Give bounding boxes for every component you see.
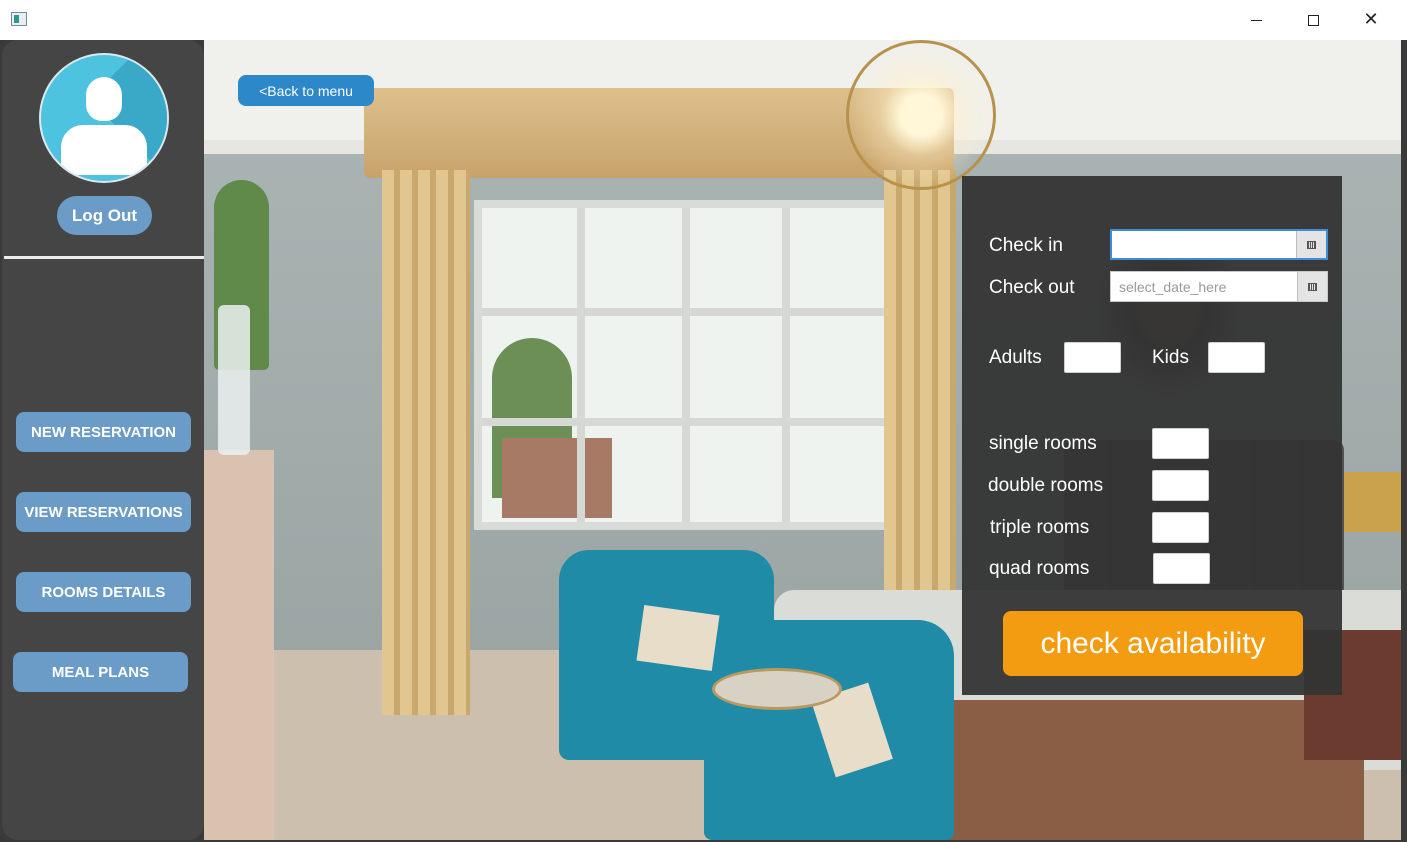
- triple-rooms-label: triple rooms: [990, 517, 1090, 538]
- app-icon: [11, 12, 27, 26]
- minimize-icon: [1250, 19, 1262, 21]
- check-availability-button[interactable]: check availability: [1003, 611, 1303, 676]
- close-button[interactable]: ✕: [1342, 0, 1400, 40]
- chandelier-image: [846, 40, 996, 190]
- check-out-calendar-button[interactable]: [1297, 272, 1327, 301]
- title-bar: ✕: [0, 0, 1407, 40]
- sidebar-divider: [4, 256, 204, 259]
- maximize-icon: [1307, 14, 1319, 26]
- new-reservation-button[interactable]: NEW RESERVATION: [16, 412, 191, 452]
- rooms-details-button[interactable]: ROOMS DETAILS: [16, 572, 191, 612]
- view-reservations-button[interactable]: VIEW RESERVATIONS: [16, 492, 191, 532]
- window-image: [474, 200, 894, 530]
- check-in-calendar-button[interactable]: [1296, 231, 1326, 258]
- calendar-icon: [1307, 240, 1316, 249]
- minimize-button[interactable]: [1227, 0, 1285, 40]
- quad-rooms-label: quad rooms: [989, 558, 1090, 579]
- single-rooms-input[interactable]: [1152, 428, 1209, 459]
- single-rooms-label: single rooms: [989, 433, 1097, 454]
- user-avatar-icon: [39, 53, 169, 183]
- kids-input[interactable]: [1208, 342, 1265, 373]
- check-in-input[interactable]: [1112, 231, 1298, 258]
- triple-rooms-input[interactable]: [1152, 512, 1209, 543]
- calendar-icon: [1308, 282, 1317, 291]
- meal-plans-button[interactable]: MEAL PLANS: [13, 652, 188, 692]
- check-out-label: Check out: [989, 277, 1075, 298]
- quad-rooms-input[interactable]: [1153, 553, 1210, 584]
- check-in-label: Check in: [989, 235, 1063, 256]
- double-rooms-label: double rooms: [988, 475, 1104, 496]
- kids-label: Kids: [1152, 347, 1189, 368]
- check-out-date-picker[interactable]: [1110, 271, 1328, 302]
- close-icon: ✕: [1363, 9, 1379, 30]
- adults-input[interactable]: [1064, 342, 1121, 373]
- check-in-date-picker[interactable]: [1110, 229, 1328, 260]
- adults-label: Adults: [989, 347, 1042, 368]
- logout-button[interactable]: Log Out: [57, 196, 152, 235]
- back-to-menu-button[interactable]: <Back to menu: [238, 75, 374, 106]
- sidebar: Log Out NEW RESERVATION VIEW RESERVATION…: [2, 40, 204, 840]
- double-rooms-input[interactable]: [1152, 470, 1209, 501]
- check-out-input[interactable]: [1111, 272, 1297, 301]
- maximize-button[interactable]: [1284, 0, 1342, 40]
